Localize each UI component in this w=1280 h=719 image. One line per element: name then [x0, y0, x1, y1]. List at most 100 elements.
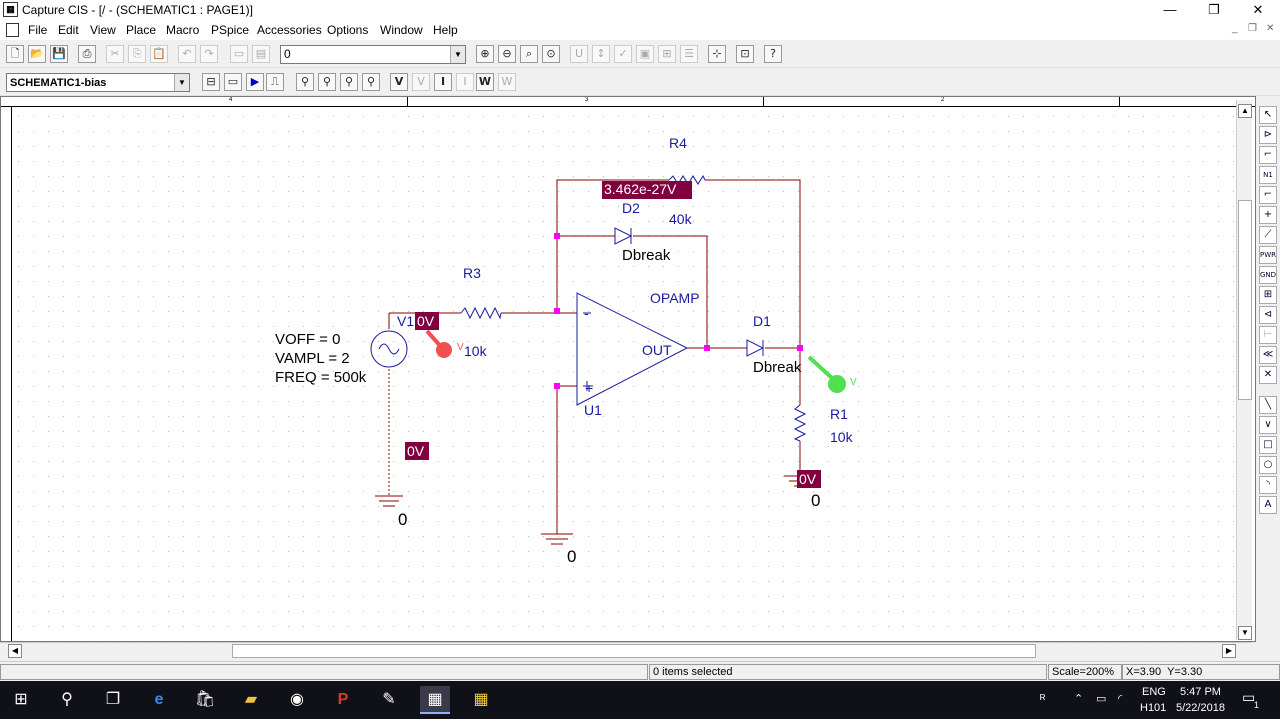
netlist-icon[interactable]: ▣	[636, 45, 654, 63]
horizontal-scroll-thumb[interactable]	[232, 644, 1036, 658]
mdi-minimize-button[interactable]: _	[1232, 23, 1238, 34]
place-ground-icon[interactable]: GND	[1259, 266, 1277, 284]
chrome-icon[interactable]: ◉	[282, 686, 312, 714]
print-icon[interactable]: ⎙	[78, 45, 96, 63]
bom-icon[interactable]: ☰	[680, 45, 698, 63]
current-selected-icon[interactable]: I	[456, 73, 474, 91]
keyboard-layout[interactable]: H101	[1140, 702, 1166, 714]
voltage-selected-icon[interactable]: V	[412, 73, 430, 91]
zoom-area-icon[interactable]: ⌕	[520, 45, 538, 63]
place-part-icon[interactable]: ▭	[230, 45, 248, 63]
battery-icon[interactable]: ▭	[1096, 692, 1106, 705]
place-bus-entry-icon[interactable]: ⟋	[1259, 226, 1277, 244]
pspice-taskbar-icon[interactable]: ▦	[466, 686, 496, 714]
minimize-button[interactable]: —	[1148, 0, 1192, 20]
voltage-diff-marker-icon[interactable]: ⚲	[318, 73, 336, 91]
vertical-scroll-thumb[interactable]	[1238, 200, 1252, 400]
view-results-icon[interactable]: ⎍	[266, 73, 284, 91]
vertical-scrollbar[interactable]: ▲ ▼	[1236, 100, 1252, 640]
place-power-icon[interactable]: PWR	[1259, 246, 1277, 264]
place-arc-icon[interactable]: ◝	[1259, 476, 1277, 494]
paint-icon[interactable]: ✎	[374, 686, 404, 714]
menu-window[interactable]: Window	[380, 23, 423, 37]
new-profile-icon[interactable]: ⊟	[202, 73, 220, 91]
snap-grid-icon[interactable]: ⊹	[708, 45, 726, 63]
bias-current-icon[interactable]: I	[434, 73, 452, 91]
cross-ref-icon[interactable]: ⊞	[658, 45, 676, 63]
scroll-right-icon[interactable]: ▶	[1222, 644, 1236, 658]
copy-icon[interactable]: ⎘	[128, 45, 146, 63]
task-view-icon[interactable]: ❐	[98, 686, 128, 714]
edit-profile-icon[interactable]: ▭	[224, 73, 242, 91]
menu-macro[interactable]: Macro	[166, 23, 199, 37]
place-bus-icon[interactable]: ⌐	[1259, 186, 1277, 204]
wifi-icon[interactable]: ◜	[1118, 692, 1122, 705]
horizontal-scrollbar[interactable]: ◀ ▶	[0, 642, 1252, 658]
menu-options[interactable]: Options	[327, 23, 368, 37]
place-off-page-icon[interactable]: ≪	[1259, 346, 1277, 364]
menu-help[interactable]: Help	[433, 23, 458, 37]
help-icon[interactable]: ?	[764, 45, 782, 63]
scroll-down-icon[interactable]: ▼	[1238, 626, 1252, 640]
back-annotate-icon[interactable]: ↕	[592, 45, 610, 63]
voltage-marker-icon[interactable]: ⚲	[296, 73, 314, 91]
capture-cis-taskbar-icon[interactable]: ▦	[420, 686, 450, 714]
bias-voltage-icon[interactable]: V	[390, 73, 408, 91]
place-pin-icon[interactable]: ⊢	[1259, 326, 1277, 344]
save-icon[interactable]: 💾	[50, 45, 68, 63]
current-marker-icon[interactable]: ⚲	[340, 73, 358, 91]
place-junction-icon[interactable]: +	[1259, 206, 1277, 224]
place-port-icon[interactable]: ⊲	[1259, 306, 1277, 324]
power-selected-icon[interactable]: W	[498, 73, 516, 91]
menu-accessories[interactable]: Accessories	[257, 23, 322, 37]
place-ellipse-icon[interactable]: ○	[1259, 456, 1277, 474]
hierarchy-icon[interactable]: ▤	[252, 45, 270, 63]
place-line-icon[interactable]: ╲	[1259, 396, 1277, 414]
menu-pspice[interactable]: PSpice	[211, 23, 249, 37]
powerpoint-icon[interactable]: P	[328, 686, 358, 714]
zoom-out-icon[interactable]: ⊖	[498, 45, 516, 63]
tray-chevron-icon[interactable]: ⌃	[1074, 692, 1083, 705]
chevron-down-icon[interactable]: ▼	[450, 46, 465, 63]
new-icon[interactable]: 🗋	[6, 45, 24, 63]
run-icon[interactable]: ▶	[246, 73, 264, 91]
language-indicator[interactable]: ENG	[1142, 686, 1166, 698]
clock-time[interactable]: 5:47 PM	[1180, 686, 1221, 698]
undo-icon[interactable]: ↶	[178, 45, 196, 63]
select-pointer-icon[interactable]: ↖	[1259, 106, 1277, 124]
mdi-close-button[interactable]: ✕	[1266, 23, 1274, 34]
place-wire-icon[interactable]: ⌐	[1259, 146, 1277, 164]
store-icon[interactable]: 🛍	[190, 686, 220, 714]
place-net-alias-icon[interactable]: N1	[1259, 166, 1277, 184]
drc-icon[interactable]: ✓	[614, 45, 632, 63]
open-icon[interactable]: 📂	[28, 45, 46, 63]
power-marker-icon[interactable]: ⚲	[362, 73, 380, 91]
mdi-restore-button[interactable]: ❐	[1248, 23, 1257, 34]
menu-place[interactable]: Place	[126, 23, 156, 37]
restore-button[interactable]: ❐	[1192, 0, 1236, 20]
chevron-down-icon[interactable]: ▼	[174, 74, 189, 91]
people-icon[interactable]: ᴿ	[1040, 692, 1045, 706]
cut-icon[interactable]: ✂	[106, 45, 124, 63]
place-part-icon[interactable]: ⊳	[1259, 126, 1277, 144]
place-rectangle-icon[interactable]: □	[1259, 436, 1277, 454]
edge-browser-icon[interactable]: e	[144, 686, 174, 714]
menu-file[interactable]: File	[28, 23, 47, 37]
zoom-in-icon[interactable]: ⊕	[476, 45, 494, 63]
schematic-canvas[interactable]: 4 3 2 R4 3.462e-27V D2 40k Dbreak R3 OPA…	[0, 96, 1256, 642]
zoom-all-icon[interactable]: ⊙	[542, 45, 560, 63]
document-icon[interactable]	[6, 23, 19, 37]
bias-power-icon[interactable]: W	[476, 73, 494, 91]
search-icon[interactable]: ⚲	[52, 686, 82, 714]
clock-date[interactable]: 5/22/2018	[1176, 702, 1225, 714]
place-polyline-icon[interactable]: ∨	[1259, 416, 1277, 434]
windows-start-icon[interactable]: ⊞	[6, 686, 36, 714]
close-button[interactable]: ✕	[1236, 0, 1280, 20]
search-combo[interactable]: 0 ▼	[280, 45, 466, 64]
annotate-icon[interactable]: U	[570, 45, 588, 63]
simulation-profile-combo[interactable]: SCHEMATIC1-bias ▼	[6, 73, 190, 92]
place-hierarchical-block-icon[interactable]: ⊞	[1259, 286, 1277, 304]
menu-view[interactable]: View	[90, 23, 116, 37]
redo-icon[interactable]: ↷	[200, 45, 218, 63]
scroll-up-icon[interactable]: ▲	[1238, 104, 1252, 118]
